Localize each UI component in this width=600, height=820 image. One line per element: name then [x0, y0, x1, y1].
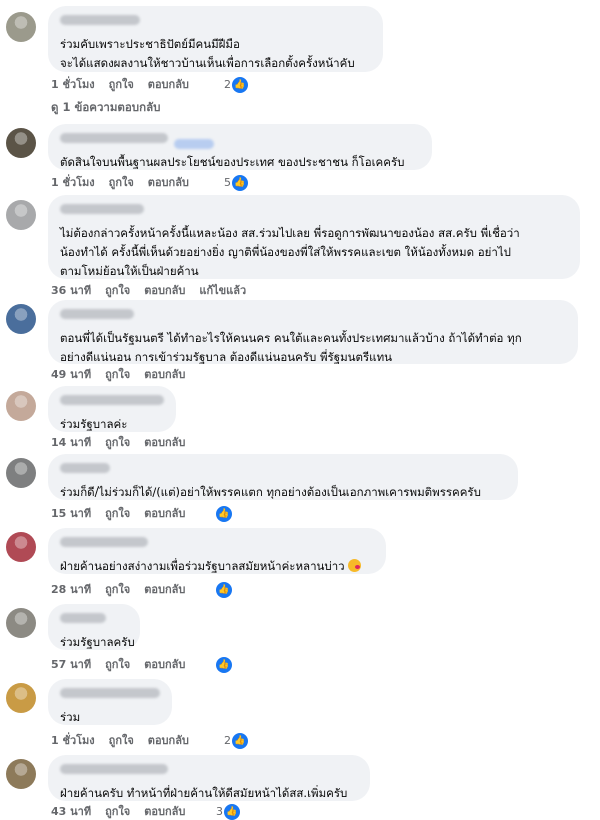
commenter-name[interactable] [60, 133, 168, 143]
reply-button[interactable]: ตอบกลับ [144, 658, 185, 671]
avatar[interactable] [6, 304, 36, 334]
comment-time[interactable]: 28 นาที [51, 583, 91, 596]
commenter-name[interactable] [60, 463, 110, 473]
commenter-name[interactable] [60, 613, 106, 623]
comment-actions: 49 นาที ถูกใจ ตอบกลับ [51, 367, 199, 383]
comment-time[interactable]: 57 นาที [51, 658, 91, 671]
like-button[interactable]: ถูกใจ [109, 734, 134, 747]
comment-actions: 15 นาที ถูกใจ ตอบกลับ [51, 506, 199, 522]
reply-button[interactable]: ตอบกลับ [144, 507, 185, 520]
comment-text: ร่วมก็ดี/ไม่ร่วมก็ได้/(แต่)อย่าให้พรรคแต… [60, 485, 481, 499]
thumbs-up-icon: 👍 [232, 175, 248, 191]
commenter-name[interactable] [60, 309, 134, 319]
commenter-name[interactable] [60, 15, 140, 25]
comment-time[interactable]: 14 นาที [51, 436, 91, 449]
comment-actions: 1 ชั่วโมง ถูกใจ ตอบกลับ [51, 77, 203, 93]
reply-button[interactable]: ตอบกลับ [148, 734, 189, 747]
avatar[interactable] [6, 12, 36, 42]
comment-text: ฝ่ายค้านอย่างสง่างามเพื่อร่วมรัฐบาลสมัยห… [60, 557, 374, 576]
comment-bubble: ไม่ต้องกล่าวครั้งหน้าครั้งนี้แหละน้อง สส… [48, 195, 580, 279]
comment-actions: 1 ชั่วโมง ถูกใจ ตอบกลับ [51, 175, 203, 191]
comment-actions: 1 ชั่วโมง ถูกใจ ตอบกลับ [51, 733, 203, 749]
comment-text: ไม่ต้องกล่าวครั้งหน้าครั้งนี้แหละน้อง สส… [60, 226, 520, 278]
commenter-name[interactable] [60, 395, 164, 405]
like-button[interactable]: ถูกใจ [105, 583, 130, 596]
comment-bubble: ร่วมคับเพราะประชาธิปัตย์มีคนมีฝีมือ จะได… [48, 6, 383, 72]
like-count[interactable]: 2 [224, 77, 231, 93]
comment-bubble: ร่วม [48, 679, 172, 725]
thumbs-up-icon: 👍 [232, 733, 248, 749]
avatar[interactable] [6, 608, 36, 638]
reply-button[interactable]: ตอบกลับ [144, 805, 185, 818]
reply-button[interactable]: ตอบกลับ [148, 78, 189, 91]
comment-time[interactable]: 43 นาที [51, 805, 91, 818]
reply-button[interactable]: ตอบกลับ [144, 436, 185, 449]
reply-button[interactable]: ตอบกลับ [144, 583, 185, 596]
avatar[interactable] [6, 759, 36, 789]
reply-button[interactable]: ตอบกลับ [144, 284, 185, 297]
comment-time[interactable]: 1 ชั่วโมง [51, 734, 95, 747]
like-button[interactable]: ถูกใจ [105, 368, 130, 381]
like-button[interactable]: ถูกใจ [109, 176, 134, 189]
thumbs-up-icon: 👍 [216, 657, 232, 673]
like-count[interactable]: 2 [224, 733, 231, 749]
comment-bubble: ตัดสินใจบนพื้นฐานผลประโยชน์ของประเทศ ของ… [48, 124, 432, 170]
comment-text: ร่วมรัฐบาลครับ [60, 635, 135, 649]
commenter-name[interactable] [60, 204, 144, 214]
thumbs-up-icon: 👍 [216, 506, 232, 522]
like-button[interactable]: ถูกใจ [105, 805, 130, 818]
avatar[interactable] [6, 391, 36, 421]
comment-bubble: ตอนพี่ได้เป็นรัฐมนตรี ได้ทำอะไรให้คนนคร … [48, 300, 578, 364]
commenter-name[interactable] [60, 764, 168, 774]
comment-text: ตัดสินใจบนพื้นฐานผลประโยชน์ของประเทศ ของ… [60, 155, 405, 169]
like-count[interactable]: 3 [216, 804, 223, 820]
comment-bubble: ฝ่ายค้านอย่างสง่างามเพื่อร่วมรัฐบาลสมัยห… [48, 528, 386, 574]
commenter-name[interactable] [60, 537, 148, 547]
reply-button[interactable]: ตอบกลับ [148, 176, 189, 189]
reply-button[interactable]: ตอบกลับ [144, 368, 185, 381]
comment-time[interactable]: 15 นาที [51, 507, 91, 520]
like-count[interactable]: 5 [224, 175, 231, 191]
comment-text: ร่วมคับเพราะประชาธิปัตย์มีคนมีฝีมือ จะได… [60, 37, 355, 70]
comment-bubble: ร่วมรัฐบาลครับ [48, 604, 140, 650]
comment-actions: 43 นาที ถูกใจ ตอบกลับ [51, 804, 199, 820]
comment-time[interactable]: 36 นาที [51, 284, 91, 297]
comment-text: ร่วมรัฐบาลค่ะ [60, 417, 128, 431]
view-replies-link[interactable]: ดู 1 ข้อความตอบกลับ [51, 99, 160, 117]
avatar[interactable] [6, 128, 36, 158]
like-button[interactable]: ถูกใจ [109, 78, 134, 91]
avatar[interactable] [6, 683, 36, 713]
comment-text: ร่วม [60, 710, 81, 724]
comment-time[interactable]: 1 ชั่วโมง [51, 78, 95, 91]
comment-actions: 28 นาที ถูกใจ ตอบกลับ [51, 582, 199, 598]
comment-time[interactable]: 49 นาที [51, 368, 91, 381]
comment-text: ฝ่ายค้านครับ ทำหน้าที่ฝ่ายค้านให้ดีสมัยห… [60, 786, 348, 800]
comment-time[interactable]: 1 ชั่วโมง [51, 176, 95, 189]
like-button[interactable]: ถูกใจ [105, 436, 130, 449]
tagged-user[interactable] [174, 139, 214, 149]
like-button[interactable]: ถูกใจ [105, 658, 130, 671]
comment-bubble: ร่วมรัฐบาลค่ะ [48, 386, 176, 432]
thumbs-up-icon: 👍 [232, 77, 248, 93]
thumbs-up-icon: 👍 [216, 582, 232, 598]
like-button[interactable]: ถูกใจ [105, 284, 130, 297]
avatar[interactable] [6, 200, 36, 230]
avatar[interactable] [6, 532, 36, 562]
avatar[interactable] [6, 458, 36, 488]
comment-actions: 14 นาที ถูกใจ ตอบกลับ [51, 435, 199, 451]
comment-bubble: ฝ่ายค้านครับ ทำหน้าที่ฝ่ายค้านให้ดีสมัยห… [48, 755, 370, 801]
comment-actions: 57 นาที ถูกใจ ตอบกลับ [51, 657, 199, 673]
thumbs-up-icon: 👍 [224, 804, 240, 820]
like-button[interactable]: ถูกใจ [105, 507, 130, 520]
comment-bubble: ร่วมก็ดี/ไม่ร่วมก็ได้/(แต่)อย่าให้พรรคแต… [48, 454, 518, 500]
commenter-name[interactable] [60, 688, 160, 698]
comment-actions: 36 นาที ถูกใจ ตอบกลับ แก้ไขแล้ว [51, 283, 260, 299]
edited-label: แก้ไขแล้ว [199, 284, 247, 297]
comment-text: ตอนพี่ได้เป็นรัฐมนตรี ได้ทำอะไรให้คนนคร … [60, 331, 522, 364]
smiling-face-with-heart-icon [348, 559, 362, 572]
